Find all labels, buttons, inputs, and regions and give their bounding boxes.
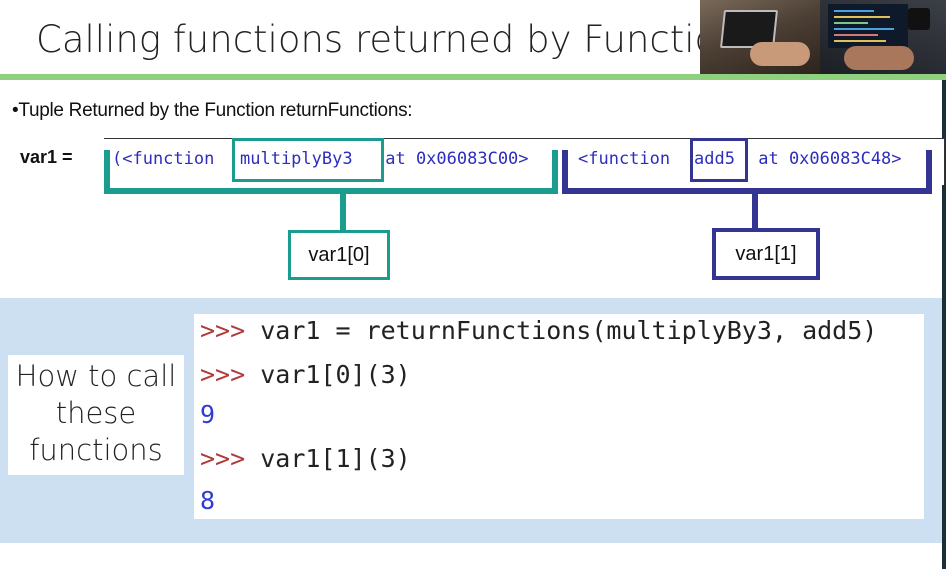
tuple-open: (<function (112, 149, 225, 169)
how-to-line-1: How to call (15, 359, 177, 393)
header-photos (700, 0, 946, 74)
cup-icon (908, 8, 930, 30)
python-shell: >>> var1 = returnFunctions(multiplyBy3, … (194, 314, 924, 519)
how-to-line-2: these (55, 396, 137, 430)
laptop-photo (700, 0, 820, 74)
teal-bracket-bottom (104, 188, 558, 194)
shell-prompt: >>> (200, 316, 261, 345)
shell-prompt: >>> (200, 444, 261, 473)
shell-prompt: >>> (200, 360, 261, 389)
shell-command: var1 = returnFunctions(multiplyBy3, add5… (260, 316, 878, 345)
func1-highlight-box (232, 138, 384, 182)
monitor-icon (828, 4, 908, 48)
func2-highlight-box (690, 138, 748, 182)
tuple-addr1: at 0x06083C00> (375, 149, 529, 169)
var1-label: var1 = (20, 147, 73, 167)
hands-shape (750, 42, 810, 66)
how-to-line-3: functions (29, 433, 163, 467)
shell-output-2: 8 (200, 486, 216, 515)
shell-command: var1[0](3) (260, 360, 411, 389)
var1-0-label: var1[0] (291, 233, 387, 277)
how-to-call-box: How to call these functions (8, 355, 184, 475)
navy-connector (752, 188, 758, 230)
shell-command: var1[1](3) (260, 444, 411, 473)
shell-line-2: >>> var1[0](3) (200, 360, 411, 389)
teal-connector (340, 188, 346, 232)
coding-photo (820, 0, 946, 74)
shell-output-1: 9 (200, 400, 216, 429)
tuple-open2: <function (578, 149, 681, 169)
slide-title: Calling functions returned by Functions (36, 18, 760, 61)
var1-1-label: var1[1] (716, 232, 816, 276)
bullet-text: •Tuple Returned by the Function returnFu… (12, 100, 413, 121)
shell-line-3: >>> var1[1](3) (200, 444, 411, 473)
tuple-addr2: at 0x06083C48> (748, 149, 902, 169)
hands-shape (844, 46, 914, 70)
shell-line-1: >>> var1 = returnFunctions(multiplyBy3, … (200, 316, 877, 345)
header-divider (0, 74, 946, 80)
navy-bracket-bottom (562, 188, 932, 194)
